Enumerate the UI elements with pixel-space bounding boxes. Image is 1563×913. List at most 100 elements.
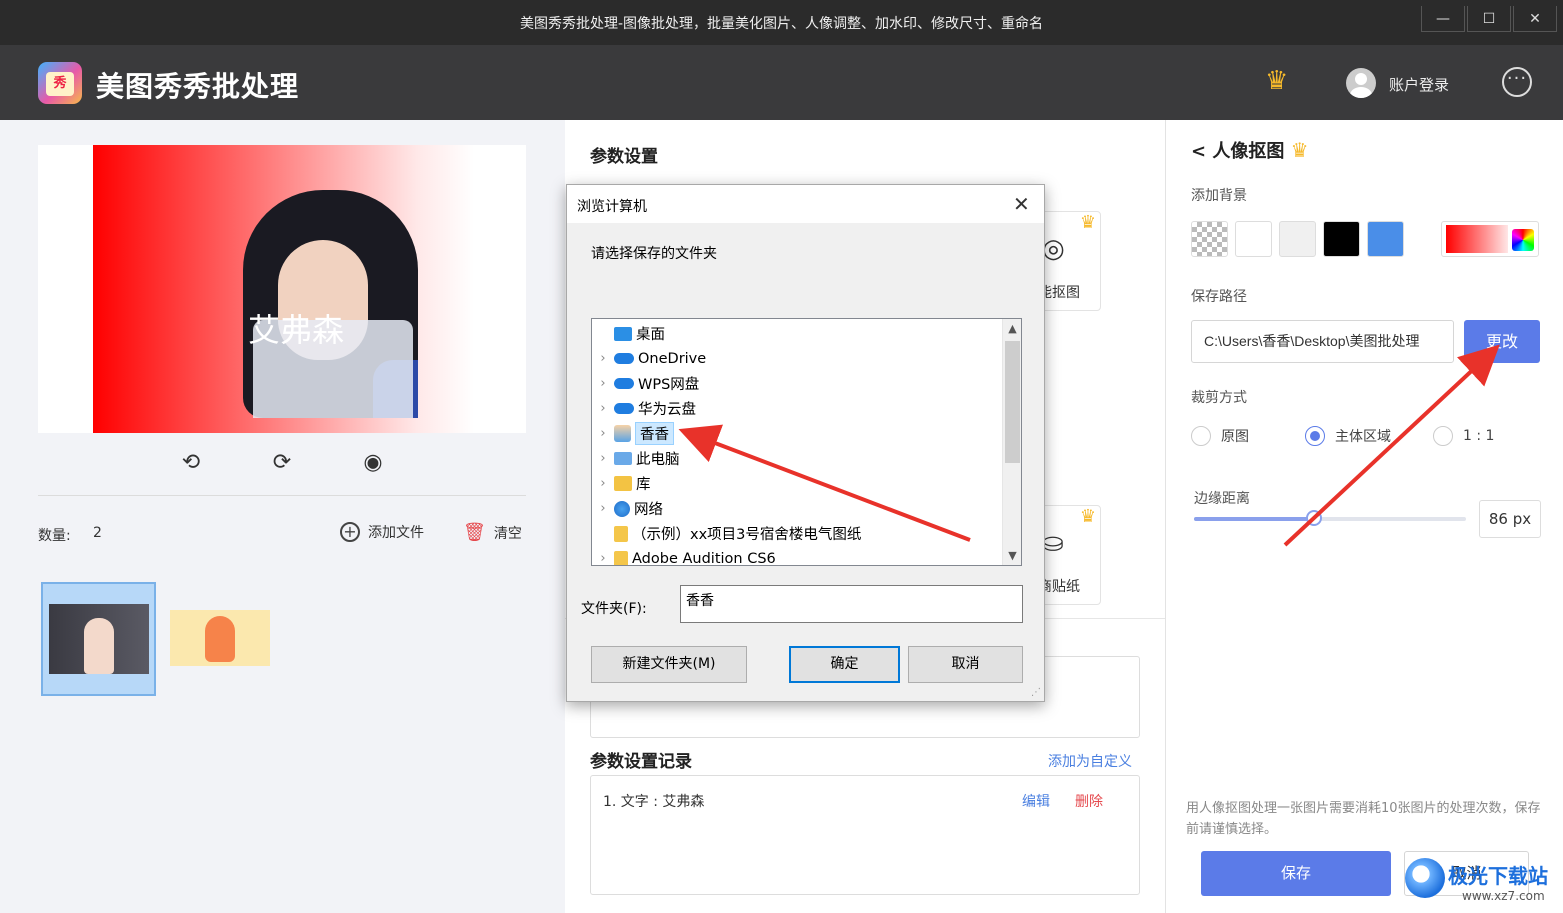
chevron-right-icon[interactable]: › [592, 451, 614, 466]
tree-scrollbar[interactable]: ▲ ▼ [1002, 319, 1021, 565]
site-url: www.xz7.com [1462, 889, 1545, 903]
ok-button[interactable]: 确定 [789, 646, 900, 683]
bg-swatch-transparent[interactable] [1191, 221, 1228, 257]
crop-option-label: 1 : 1 [1463, 428, 1495, 444]
folder-icon [614, 525, 628, 542]
watermark-text: 艾弗森 [248, 311, 345, 349]
tree-item-onedrive[interactable]: › OneDrive [592, 346, 1000, 371]
dialog-title: 浏览计算机 [577, 199, 647, 215]
radio-icon [1433, 426, 1453, 446]
margin-slider[interactable] [1194, 510, 1466, 526]
bg-swatch-blue[interactable] [1367, 221, 1404, 257]
login-link[interactable]: 账户登录 [1389, 74, 1449, 95]
rotate-right-icon[interactable]: ⟳ [263, 450, 301, 478]
site-name: 极光下载站 [1448, 864, 1548, 888]
record-edit-link[interactable]: 编辑 [1022, 791, 1050, 811]
resize-grip-icon[interactable]: ⋰ [1031, 687, 1041, 698]
color-picker-icon[interactable] [1512, 229, 1534, 251]
crop-option-subject[interactable]: 主体区域 [1305, 426, 1391, 446]
tree-item-network[interactable]: › 网络 [592, 496, 1000, 521]
sticker-card[interactable]: ♛ ⛀ 商贴纸 [1037, 505, 1101, 605]
change-path-button[interactable]: 更改 [1464, 320, 1540, 363]
tree-item-library[interactable]: › 库 [592, 471, 1000, 496]
save-button[interactable]: 保存 [1201, 851, 1391, 896]
tree-item-folder-audition[interactable]: › Adobe Audition CS6 [592, 546, 1000, 565]
new-folder-button[interactable]: 新建文件夹(M) [591, 646, 747, 683]
record-list: 1. 文字 : 艾弗森 编辑 删除 [590, 775, 1140, 895]
dialog-close-icon[interactable]: ✕ [1013, 192, 1030, 216]
chevron-right-icon[interactable]: › [592, 551, 614, 565]
scroll-down-icon[interactable]: ▼ [1003, 546, 1021, 565]
crop-option-original[interactable]: 原图 [1191, 426, 1249, 446]
add-file-button[interactable]: + 添加文件 [340, 522, 424, 542]
folder-icon [614, 550, 628, 565]
vip-crown-icon[interactable]: ♛ [1265, 66, 1288, 96]
more-options-icon[interactable]: ··· [1502, 67, 1532, 97]
thumbnail-2[interactable] [170, 610, 270, 666]
bg-swatch-lightgray[interactable] [1279, 221, 1316, 257]
chevron-right-icon[interactable]: › [592, 426, 614, 441]
tree-item-label: 此电脑 [636, 452, 680, 468]
chevron-right-icon[interactable]: › [592, 351, 614, 366]
chevron-right-icon[interactable]: › [592, 401, 614, 416]
tree-item-this-pc[interactable]: › 此电脑 [592, 446, 1000, 471]
crown-icon: ♛ [1079, 506, 1096, 527]
tree-item-label: 香香 [635, 422, 674, 445]
divider [38, 495, 526, 496]
bg-swatch-white[interactable] [1235, 221, 1272, 257]
tree-item-folder-sample[interactable]: （示例）xx项目3号宿舍楼电气图纸 [592, 521, 1000, 546]
chevron-right-icon[interactable]: › [592, 501, 614, 516]
cutout-icon: ◎ [1042, 234, 1065, 264]
avatar[interactable] [1346, 68, 1376, 98]
record-delete-link[interactable]: 删除 [1075, 791, 1103, 811]
maximize-button[interactable]: ☐ [1467, 6, 1511, 32]
margin-unit: px [1512, 510, 1532, 528]
tree-item-desktop[interactable]: 桌面 [592, 321, 1000, 346]
dialog-titlebar: 浏览计算机 ✕ [567, 185, 1044, 223]
tree-item-label: 桌面 [636, 327, 665, 343]
cloud-icon [614, 403, 634, 414]
cloud-icon [614, 378, 634, 389]
bg-custom-color[interactable] [1441, 221, 1539, 257]
scroll-thumb[interactable] [1005, 341, 1020, 463]
tree-item-user[interactable]: › 香香 [592, 421, 1000, 446]
scroll-up-icon[interactable]: ▲ [1003, 319, 1021, 338]
count-value: 2 [93, 525, 102, 541]
smart-cutout-card[interactable]: ♛ ◎ 能抠图 [1037, 211, 1101, 311]
close-button[interactable]: ✕ [1513, 6, 1557, 32]
bg-label: 添加背景 [1191, 188, 1247, 204]
tree-item-wps[interactable]: › WPS网盘 [592, 371, 1000, 396]
rotate-left-icon[interactable]: ⟲ [172, 450, 210, 478]
preview-eye-icon[interactable]: ◉ [354, 450, 392, 478]
desktop-icon [614, 326, 632, 341]
record-title: 参数设置记录 [590, 752, 692, 772]
cutout-note: 用人像抠图处理一张图片需要消耗10张图片的处理次数，保存前请谨慎选择。 [1186, 801, 1541, 837]
browse-folder-dialog: 浏览计算机 ✕ 请选择保存的文件夹 桌面 › OneDrive › WPS网盘 … [566, 184, 1045, 702]
bg-swatch-black[interactable] [1323, 221, 1360, 257]
site-logo [1405, 858, 1445, 898]
add-custom-link[interactable]: 添加为自定义 [1048, 751, 1132, 771]
clear-button[interactable]: 🗑 清空 [463, 522, 522, 543]
tree-item-label: （示例）xx项目3号宿舍楼电气图纸 [632, 527, 862, 543]
pc-icon [614, 452, 632, 465]
clear-label: 清空 [493, 525, 522, 542]
preview-tools: ⟲ ⟳ ◉ [172, 450, 392, 478]
crown-icon: ♛ [1290, 138, 1309, 162]
minimize-button[interactable]: — [1421, 6, 1465, 32]
margin-value: 86 [1488, 510, 1508, 528]
save-path-label: 保存路径 [1191, 289, 1247, 305]
slider-handle[interactable] [1305, 510, 1322, 526]
margin-input[interactable]: 86 px [1479, 500, 1541, 538]
radio-selected-icon [1305, 426, 1325, 446]
tree-item-huawei[interactable]: › 华为云盘 [592, 396, 1000, 421]
chevron-right-icon[interactable]: › [592, 376, 614, 391]
dialog-description: 请选择保存的文件夹 [591, 246, 717, 262]
logo-glyph: 秀 [46, 72, 74, 96]
dialog-cancel-button[interactable]: 取消 [908, 646, 1023, 683]
crop-option-square[interactable]: 1 : 1 [1433, 426, 1494, 446]
thumbnail-1[interactable] [41, 582, 156, 696]
folder-input[interactable]: 香香 [680, 585, 1023, 623]
portrait-cutout-title[interactable]: < 人像抠图 ♛ [1191, 137, 1309, 163]
chevron-right-icon[interactable]: › [592, 476, 614, 491]
save-path-input[interactable]: C:\Users\香香\Desktop\美图批处理 [1191, 320, 1454, 363]
